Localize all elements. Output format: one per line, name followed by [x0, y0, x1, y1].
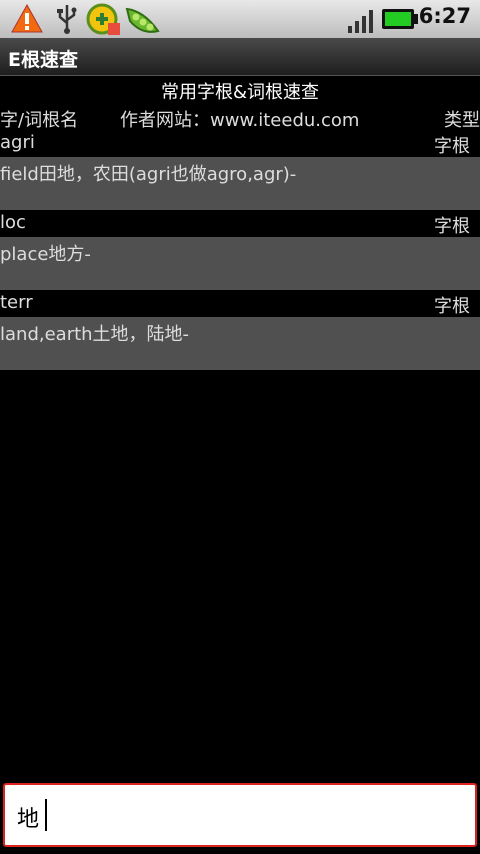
entry-meaning-row: land,earth土地，陆地- — [0, 317, 480, 370]
entry-type: 字根 — [434, 296, 470, 317]
entry-meaning: place地方- — [0, 244, 91, 265]
peapod-icon — [124, 3, 162, 41]
entry-meaning-row: field田地，农田(agri也做agro,agr)- — [0, 157, 480, 210]
entry-type: 字根 — [434, 216, 470, 237]
signal-icon — [346, 8, 376, 38]
page-heading: 常用字根&词根速查 — [160, 82, 320, 103]
search-input[interactable]: 地 — [3, 783, 477, 847]
entry-name-row: agri 字根 — [0, 132, 480, 157]
entry-name: terr — [0, 292, 33, 313]
app-title: E根速查 — [8, 49, 78, 71]
app-badge-icon — [86, 3, 122, 41]
list-item[interactable]: agri 字根 field田地，农田(agri也做agro,agr)- — [0, 132, 480, 210]
column-header-type: 类型 — [444, 110, 480, 131]
entry-meaning-row: place地方- — [0, 237, 480, 290]
status-time: 6:27 — [418, 4, 471, 28]
text-caret — [45, 799, 47, 831]
entry-name-row: terr 字根 — [0, 292, 480, 317]
status-bar: 6:27 — [0, 0, 480, 38]
entry-name: agri — [0, 132, 35, 153]
entry-meaning: field田地，农田(agri也做agro,agr)- — [0, 164, 297, 185]
column-header-row: 字/词根名 作者网站：www.iteedu.com 类型 — [0, 106, 480, 132]
entry-meaning: land,earth土地，陆地- — [0, 324, 190, 345]
battery-icon — [381, 8, 419, 34]
author-website[interactable]: 作者网站：www.iteedu.com — [120, 106, 359, 132]
search-input-value: 地 — [17, 807, 40, 832]
usb-icon — [56, 3, 78, 39]
column-header-name: 字/词根名 — [0, 110, 79, 131]
app-title-bar: E根速查 — [0, 38, 480, 76]
warning-icon — [10, 3, 44, 39]
list-item[interactable]: loc 字根 place地方- — [0, 212, 480, 290]
entry-type: 字根 — [434, 136, 470, 157]
entry-name-row: loc 字根 — [0, 212, 480, 237]
list-item[interactable]: terr 字根 land,earth土地，陆地- — [0, 292, 480, 370]
entry-name: loc — [0, 212, 26, 233]
